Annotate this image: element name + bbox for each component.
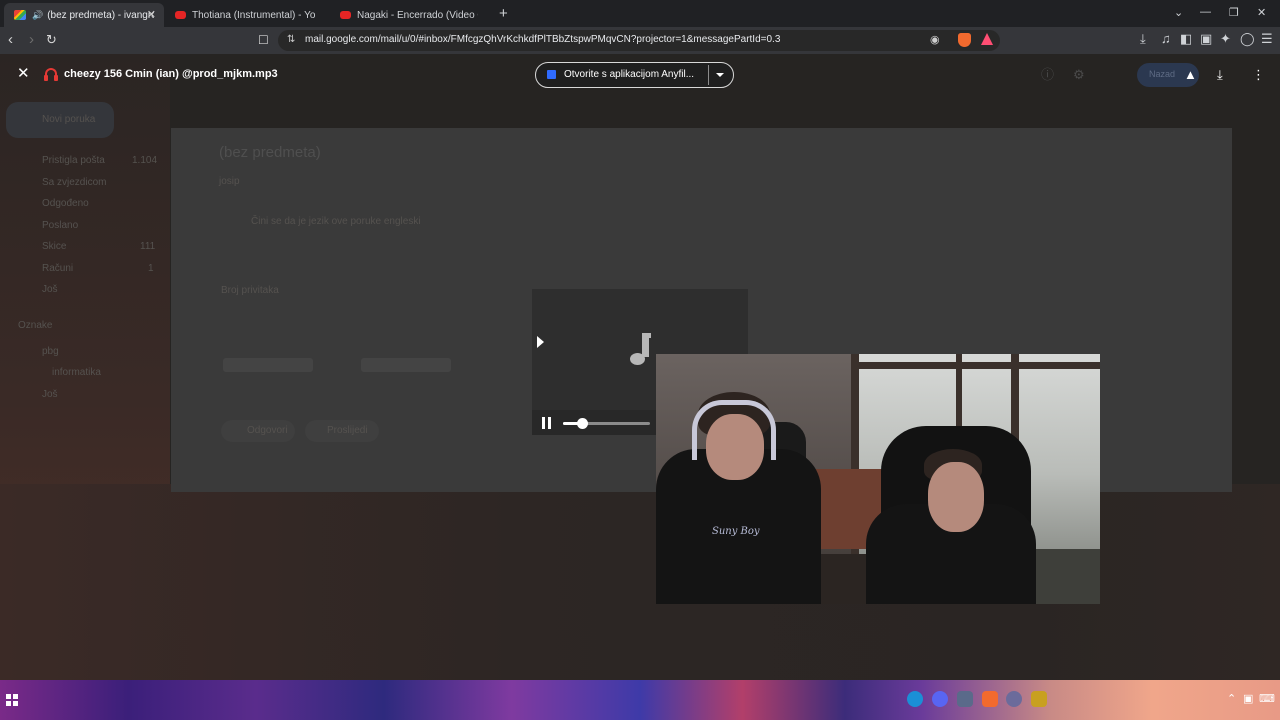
attachment-thumb[interactable]	[361, 358, 451, 372]
open-with-label: Otvorite s aplikacijom Anyfil...	[564, 69, 695, 80]
tab-search-chevron-icon[interactable]: ⌄	[1174, 6, 1183, 19]
minimize-button[interactable]: —	[1200, 6, 1211, 18]
anyfile-app-icon	[547, 70, 556, 79]
media-icon[interactable]: ♫	[1161, 32, 1171, 46]
label-item[interactable]: informatika	[52, 367, 101, 378]
sidebar-item-more[interactable]: Još	[42, 284, 58, 295]
close-tab-icon[interactable]: ✕	[147, 8, 156, 21]
vpn-icon[interactable]: ◯	[1240, 32, 1255, 46]
sidebar-item-drafts[interactable]: Skice	[42, 241, 66, 252]
forward-label: Proslijedi	[327, 425, 368, 436]
pause-button[interactable]	[542, 417, 552, 429]
gmail-icon	[14, 10, 26, 20]
browser-toolbar: ‹ › ↻ ☐ ⇅ mail.google.com/mail/u/0/#inbo…	[0, 27, 1280, 54]
label-item[interactable]: pbg	[42, 346, 59, 357]
sidebar-icon[interactable]: ◧	[1180, 32, 1192, 46]
sidebar-item-sent[interactable]: Poslano	[42, 220, 78, 231]
chevron-up-icon[interactable]: ⌃	[1227, 692, 1236, 705]
labels-heading: Oznake	[18, 320, 53, 331]
compose-label: Novi poruka	[42, 114, 96, 125]
sidebar-item-inbox[interactable]: Pristigla pošta	[42, 155, 105, 166]
inbox-count: 1.104	[132, 155, 158, 166]
reply-label: Odgovori	[247, 425, 288, 436]
sidebar-item-bills[interactable]: Računi	[42, 263, 73, 274]
download-icon[interactable]: ⤓	[1217, 67, 1223, 83]
url-text: mail.google.com/mail/u/0/#inbox/FMfcgzQh…	[305, 34, 781, 45]
wallet-icon[interactable]: ▣	[1200, 32, 1212, 46]
forward-button[interactable]: ›	[29, 31, 34, 49]
divider	[708, 65, 709, 85]
chevron-down-icon[interactable]	[716, 73, 724, 77]
taskbar: ⌃ ▣ ⌨	[0, 680, 1280, 720]
seek-slider[interactable]	[563, 418, 650, 429]
forward-button[interactable]: Proslijedi	[305, 420, 379, 442]
tab-youtube-thotiana[interactable]: Thotiana (Instrumental) - YouTube	[165, 3, 325, 27]
label-item[interactable]: Još	[42, 389, 58, 400]
restore-button[interactable]: ❐	[1229, 6, 1239, 19]
file-name: cheezy 156 Cmin (ian) @prod_mjkm.mp3	[64, 68, 278, 80]
youtube-icon	[340, 11, 351, 19]
site-info-icon[interactable]: ⇅	[287, 34, 295, 45]
bills-count: 1	[148, 263, 154, 274]
music-note-icon	[630, 333, 652, 365]
close-window-button[interactable]: ✕	[1257, 6, 1266, 19]
brave-icon[interactable]	[982, 691, 998, 707]
sidebar-item-starred[interactable]: Sa zvjezdicom	[42, 177, 106, 188]
discord-icon[interactable]	[932, 691, 948, 707]
download-icon[interactable]: ⤓	[1140, 32, 1146, 46]
attachment-thumb[interactable]	[223, 358, 313, 372]
settings-app-icon[interactable]	[1006, 691, 1022, 707]
tab-title: (bez predmeta) - ivangrosic7	[47, 9, 154, 21]
reload-button[interactable]: ↻	[46, 31, 57, 49]
app-icon[interactable]	[957, 691, 973, 707]
sidebar-item-snoozed[interactable]: Odgođeno	[42, 198, 89, 209]
shirt-print: Suny Boy	[712, 526, 760, 537]
language-notice: Čini se da je jezik ove poruke engleski	[251, 216, 421, 227]
webcam-overlay: Suny Boy	[656, 354, 1100, 604]
tab-strip: 🔊 (bez predmeta) - ivangrosic7 ✕ Thotian…	[0, 0, 1280, 27]
help-icon[interactable]: ⓘ	[1041, 67, 1054, 83]
dimmed-action-label: Nazad	[1149, 69, 1176, 79]
compose-button[interactable]: Novi poruka	[6, 102, 114, 138]
mail-subject: (bez predmeta)	[219, 144, 321, 161]
youtube-icon	[175, 11, 186, 19]
settings-icon[interactable]: ⚙	[1073, 67, 1085, 83]
tab-youtube-nagaki[interactable]: Nagaki - Encerrado (Video Oficial) - Y	[330, 3, 488, 27]
menu-icon[interactable]: ☰	[1261, 32, 1273, 46]
open-with-button[interactable]: Otvorite s aplikacijom Anyfil...	[535, 62, 734, 88]
brave-rewards-icon[interactable]	[981, 33, 993, 45]
network-icon[interactable]: ▣	[1243, 692, 1253, 705]
edge-icon[interactable]	[907, 691, 923, 707]
tab-title: Thotiana (Instrumental) - YouTube	[192, 9, 315, 21]
audio-playing-icon[interactable]: 🔊	[32, 10, 43, 21]
attachments-heading: Broj privitaka	[221, 285, 279, 296]
leo-ai-icon[interactable]: ✦	[1220, 32, 1231, 46]
eye-icon[interactable]: ◉	[930, 33, 940, 46]
reply-button[interactable]: Odgovori	[221, 420, 295, 442]
brave-shields-icon[interactable]	[958, 33, 971, 47]
new-tab-button[interactable]: +	[499, 5, 508, 22]
add-to-drive-icon[interactable]: ▲	[1184, 67, 1197, 83]
drafts-count: 111	[140, 241, 156, 252]
app-icon[interactable]	[1031, 691, 1047, 707]
tab-gmail[interactable]: 🔊 (bez predmeta) - ivangrosic7 ✕	[4, 3, 164, 27]
bookmark-icon[interactable]: ☐	[258, 31, 269, 49]
screen: 🔊 (bez predmeta) - ivangrosic7 ✕ Thotian…	[0, 0, 1280, 720]
more-options-icon[interactable]: ⋮	[1252, 67, 1265, 83]
close-preview-button[interactable]: ✕	[17, 66, 30, 82]
back-button[interactable]: ‹	[8, 31, 13, 49]
audio-file-icon	[44, 68, 58, 81]
address-bar[interactable]: ⇅ mail.google.com/mail/u/0/#inbox/FMfcgz…	[278, 30, 1000, 51]
keyboard-icon[interactable]: ⌨	[1259, 692, 1275, 705]
tab-title: Nagaki - Encerrado (Video Oficial) - Y	[357, 9, 478, 21]
mouse-cursor	[537, 336, 544, 348]
windows-start-icon[interactable]	[6, 694, 18, 706]
mail-sender: josip	[219, 176, 240, 187]
